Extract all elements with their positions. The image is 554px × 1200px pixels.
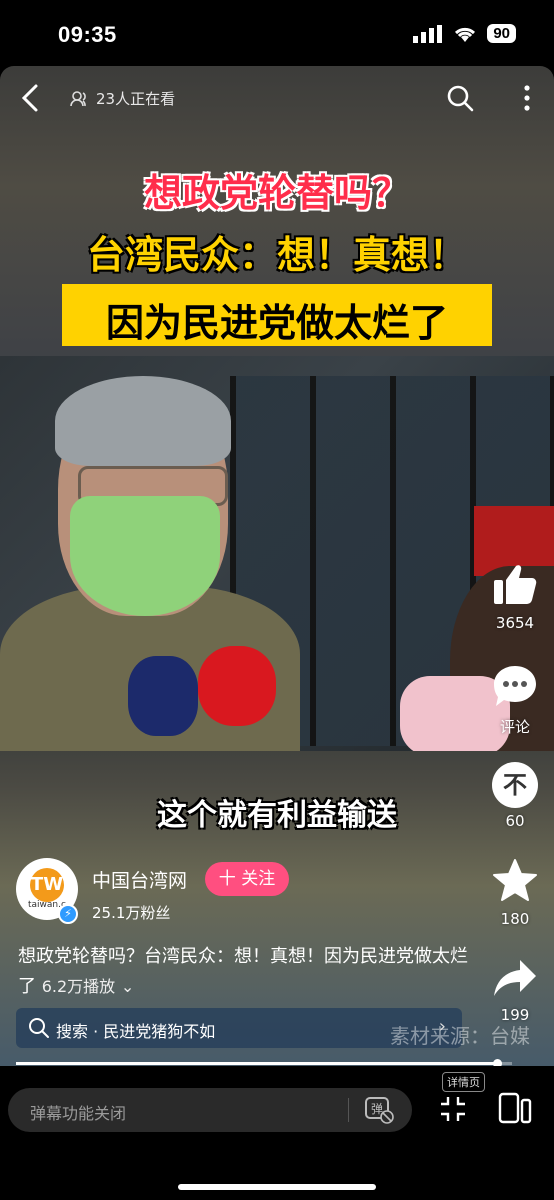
search-icon — [29, 1018, 49, 1038]
more-options-icon[interactable] — [522, 84, 532, 112]
related-search-label: 搜索 · 民进党猪狗不如 — [56, 1022, 216, 1041]
video-description[interactable]: 想政党轮替吗？台湾民众：想！真想！因为民进党做太烂了 6.2万播放 ⌄ — [18, 942, 468, 1002]
man-hair — [55, 376, 231, 466]
favorite-button[interactable]: 180 — [490, 858, 540, 928]
back-icon[interactable] — [18, 82, 46, 114]
source-watermark: 素材来源：台媒 — [390, 1024, 530, 1048]
like-button[interactable]: 3654 — [490, 562, 540, 632]
bottom-bar: 弹幕功能关闭 弹 详情页 — [0, 1066, 554, 1200]
status-icons: 90 — [413, 24, 516, 43]
home-indicator[interactable] — [178, 1184, 376, 1190]
author-name[interactable]: 中国台湾网 — [92, 866, 187, 893]
danmu-off-icon[interactable]: 弹 — [364, 1096, 394, 1124]
video-title-line-1: 想政党轮替吗？ — [143, 171, 410, 215]
verified-badge-icon: ⚡ — [58, 904, 78, 924]
search-icon[interactable] — [446, 84, 474, 112]
status-time: 09:35 — [58, 22, 117, 47]
viewer-count-label: 23人正在看 — [96, 90, 176, 108]
comment-button[interactable]: 评论 — [490, 664, 540, 737]
comment-label: 评论 — [499, 718, 530, 736]
blue-microphone — [128, 656, 198, 736]
favorite-count: 180 — [500, 910, 530, 928]
status-bar: 09:35 90 — [0, 0, 554, 66]
coin-button[interactable]: 不 60 — [490, 762, 540, 830]
progress-handle[interactable] — [493, 1059, 503, 1066]
chevron-down-icon[interactable]: ⌄ — [121, 977, 134, 996]
detail-page-tag: 详情页 — [442, 1072, 485, 1092]
wifi-icon — [455, 27, 476, 42]
man-green-mask — [70, 496, 220, 616]
detail-page-icon[interactable] — [498, 1092, 532, 1124]
share-arrow-icon — [494, 960, 536, 996]
video-top-bar: 23人正在看 — [0, 80, 554, 116]
video-progress-bar[interactable] — [16, 1059, 512, 1066]
share-button[interactable]: 199 — [490, 958, 540, 1024]
comment-icon — [494, 666, 536, 706]
video-title-line-3: 因为民进党做太烂了 — [105, 301, 448, 345]
coin-count: 60 — [505, 812, 525, 830]
progress-fill — [16, 1062, 498, 1065]
star-icon — [493, 859, 537, 901]
signal-icon — [413, 24, 443, 43]
danmu-input[interactable]: 弹幕功能关闭 弹 — [8, 1088, 412, 1132]
video-frame — [0, 356, 554, 751]
coin-icon: 不 — [492, 762, 538, 808]
fan-count: 25.1万粉丝 — [92, 904, 171, 922]
taiwan-logo-icon: TW — [30, 868, 64, 902]
thumbs-up-icon — [494, 565, 537, 604]
exit-fullscreen-icon[interactable] — [440, 1096, 466, 1122]
viewer-count: 23人正在看 — [70, 88, 175, 109]
people-icon — [70, 90, 86, 106]
video-subtitle: 这个就有利益输送 — [157, 798, 397, 833]
video-player[interactable]: 23人正在看 想政党轮替吗？ 台湾民众：想！真想！ 因为民进党做太烂了 这个就有… — [0, 66, 554, 1066]
battery-indicator: 90 — [487, 24, 516, 43]
like-count: 3654 — [495, 614, 535, 632]
follow-button[interactable]: 十 关注 — [205, 862, 289, 896]
danmu-divider — [348, 1098, 349, 1122]
play-count: 6.2万播放 — [41, 977, 116, 996]
danmu-placeholder: 弹幕功能关闭 — [30, 1104, 127, 1123]
red-microphone — [198, 646, 276, 726]
video-title-line-2: 台湾民众：想！真想！ — [86, 233, 467, 277]
